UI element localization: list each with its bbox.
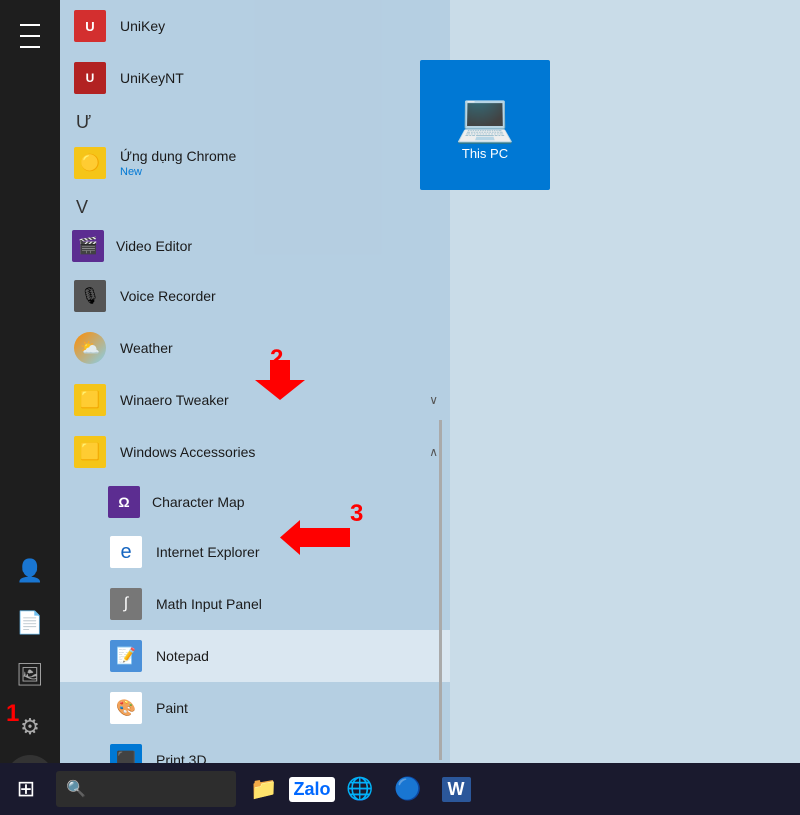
taskbar: ⊞ 🔍 📁 Zalo 🌐 🔵 W [0,763,800,815]
app-label: Internet Explorer [156,544,438,560]
chevron-up-icon: ∧ [429,445,438,459]
section-letter: V [60,189,450,222]
hamburger-menu-icon[interactable] [6,12,54,60]
app-label: Notepad [156,648,438,664]
app-list: U UniKey U UniKeyNT Ư 🟡 Ứng dụng Chrome … [60,0,450,815]
sidebar: 👤 📄 🖼 ⚙ ⏻ [0,0,60,815]
list-item[interactable]: 🟨 Windows Accessories ∧ [60,426,450,478]
settings-icon[interactable]: ⚙ [6,703,54,751]
app-label: Character Map [152,494,438,510]
app-label: Math Input Panel [156,596,438,612]
list-item[interactable]: 📝 Notepad [60,630,450,682]
app-label: UniKey [120,18,438,34]
this-pc-tile[interactable]: 💻 This PC [420,60,550,190]
word-taskbar[interactable]: W [432,765,480,813]
video-editor-icon: 🎬 [72,230,104,262]
list-item[interactable]: 🎬 Video Editor [60,222,450,270]
tiles-area: 💻 This PC [450,0,800,815]
list-item[interactable]: e Internet Explorer [60,526,450,578]
chrome-app-icon: 🟡 [72,145,108,181]
voice-recorder-icon: 🎙 [72,278,108,314]
unikeyntx-icon: U [72,60,108,96]
app-label: Ứng dụng Chrome [120,148,236,164]
app-label: Video Editor [116,238,438,254]
math-input-panel-icon: ∫ [108,586,144,622]
photos-icon[interactable]: 🖼 [6,651,54,699]
zalo-taskbar[interactable]: Zalo [288,765,336,813]
notepad-icon: 📝 [108,638,144,674]
paint-icon: 🎨 [108,690,144,726]
app-label: Weather [120,340,438,356]
section-letter: Ư [60,104,450,137]
app-label: Winaero Tweaker [120,392,425,408]
chevron-down-icon: ∨ [429,393,438,407]
list-item[interactable]: ∫ Math Input Panel [60,578,450,630]
this-pc-icon: 💻 [455,89,515,146]
list-item[interactable]: ⛅ Weather [60,322,450,374]
ie-icon: e [108,534,144,570]
winaero-tweaker-icon: 🟨 [72,382,108,418]
file-explorer-taskbar[interactable]: 📁 [240,765,288,813]
start-menu: 👤 📄 🖼 ⚙ ⏻ U UniKey U UniKeyNT Ư 🟡 [0,0,800,815]
app-label: UniKeyNT [120,70,438,86]
new-badge: New [120,166,425,178]
start-button[interactable]: ⊞ [0,763,52,815]
character-map-icon: Ω [108,486,140,518]
user-icon[interactable]: 👤 [6,547,54,595]
app-label: Paint [156,700,438,716]
app-label: Windows Accessories [120,444,425,460]
list-item[interactable]: 🟡 Ứng dụng Chrome New ∨ [60,137,450,189]
app-label: Voice Recorder [120,288,438,304]
unikey-icon: U [72,8,108,44]
list-item[interactable]: U UniKey [60,0,450,52]
list-item[interactable]: U UniKeyNT [60,52,450,104]
list-item[interactable]: Ω Character Map [60,478,450,526]
document-icon[interactable]: 📄 [6,599,54,647]
edge-taskbar[interactable]: 🌐 [336,765,384,813]
scroll-divider [439,420,442,760]
this-pc-label: This PC [462,146,508,161]
chrome-taskbar[interactable]: 🔵 [384,765,432,813]
search-bar[interactable]: 🔍 [56,771,236,807]
weather-icon: ⛅ [72,330,108,366]
list-item[interactable]: 🎨 Paint [60,682,450,734]
list-item[interactable]: 🎙 Voice Recorder [60,270,450,322]
list-item[interactable]: 🟨 Winaero Tweaker ∨ [60,374,450,426]
windows-accessories-icon: 🟨 [72,434,108,470]
